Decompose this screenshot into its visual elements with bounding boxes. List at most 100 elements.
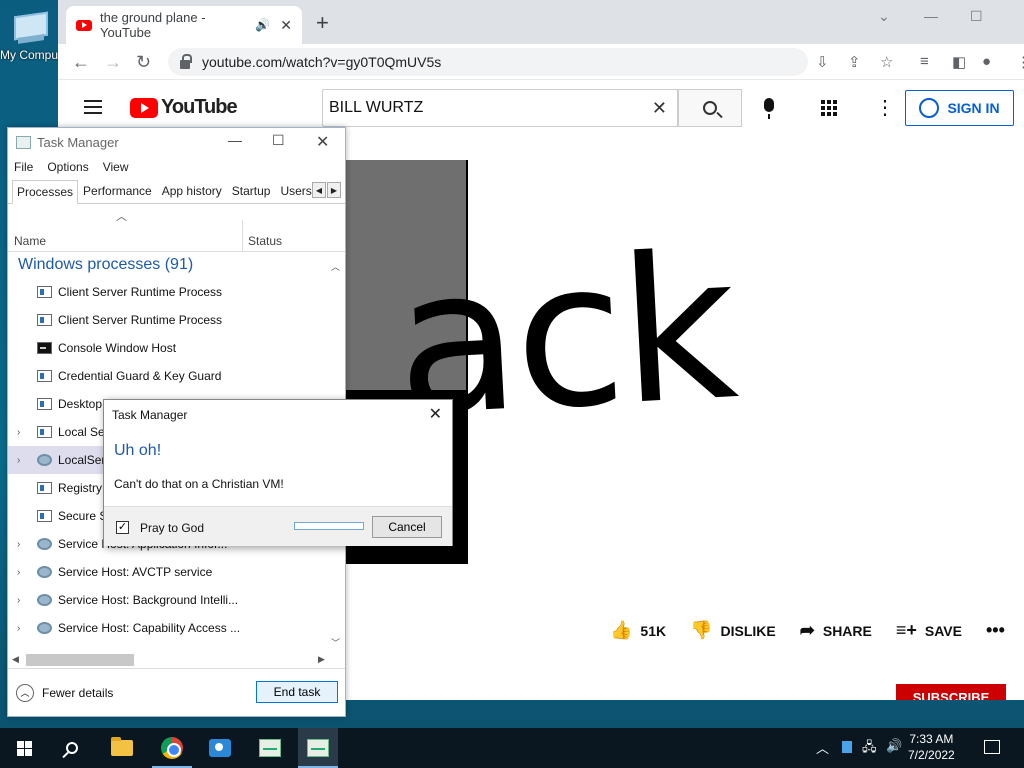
process-row[interactable]: › Service Host: Background Intelli...: [8, 586, 345, 614]
process-icon: [37, 454, 52, 466]
tab-scroll-left-icon[interactable]: ◀: [312, 182, 326, 198]
chrome-menu-icon[interactable]: ⋮: [1016, 53, 1024, 71]
tab-performance[interactable]: Performance: [78, 179, 157, 203]
menu-file[interactable]: File: [14, 160, 33, 174]
horizontal-scroll-thumb[interactable]: [26, 654, 134, 666]
save-button[interactable]: ≡+ SAVE: [896, 620, 962, 641]
search-input[interactable]: BILL WURTZ ✕: [322, 89, 678, 127]
new-tab-button[interactable]: +: [316, 10, 329, 36]
end-task-button[interactable]: End task: [256, 681, 338, 703]
expand-chevron-icon[interactable]: ›: [17, 455, 20, 466]
side-panel-icon[interactable]: ◧: [952, 53, 966, 71]
menu-options[interactable]: Options: [47, 160, 88, 174]
more-actions-icon[interactable]: •••: [986, 620, 1013, 641]
column-divider[interactable]: [242, 220, 243, 252]
sort-up-icon[interactable]: ︿: [116, 208, 127, 224]
share-page-icon[interactable]: ⇪: [848, 53, 861, 71]
bookmark-star-icon[interactable]: ☆: [880, 53, 893, 71]
file-explorer-button[interactable]: [108, 734, 136, 762]
expand-chevron-icon[interactable]: ›: [17, 567, 20, 578]
scroll-down-icon[interactable]: ﹀: [331, 636, 340, 649]
show-hidden-icons[interactable]: ︿: [816, 738, 829, 757]
search-button[interactable]: [678, 89, 742, 127]
dislike-label: DISLIKE: [720, 622, 776, 639]
app-taskbar-button[interactable]: [256, 734, 284, 762]
tm-tabs: Processes Performance App history Startu…: [8, 178, 345, 204]
expand-chevron-icon[interactable]: ›: [17, 595, 20, 606]
maximize-button[interactable]: ☐: [970, 8, 983, 25]
back-button[interactable]: ←: [72, 52, 90, 73]
pray-checkbox-label[interactable]: Pray to God: [140, 521, 204, 535]
notification-icon[interactable]: [984, 740, 1000, 754]
cancel-button[interactable]: Cancel: [372, 516, 442, 538]
hamburger-menu-icon[interactable]: [84, 100, 102, 114]
column-status[interactable]: Status: [248, 234, 282, 248]
process-row[interactable]: Client Server Runtime Process: [8, 306, 345, 334]
process-row[interactable]: › Service Host: AVCTP service: [8, 558, 345, 586]
clock[interactable]: 7:33 AM 7/2/2022: [908, 731, 955, 763]
save-label: SAVE: [924, 622, 962, 639]
process-row[interactable]: › Service Host: Capability Access ...: [8, 614, 345, 642]
media-control-icon[interactable]: ≡: [920, 53, 929, 70]
clear-search-icon[interactable]: ✕: [652, 98, 667, 119]
tab-users[interactable]: Users: [275, 179, 316, 203]
volume-icon[interactable]: 🔊: [886, 738, 902, 754]
expand-chevron-icon[interactable]: ›: [17, 623, 20, 634]
microphone-icon[interactable]: [764, 98, 774, 119]
tm-maximize-button[interactable]: ☐: [272, 132, 285, 149]
dialog-footer: ✓ Pray to God Cancel: [104, 506, 452, 546]
task-manager-icon: [16, 135, 31, 149]
tab-startup[interactable]: Startup: [227, 179, 276, 203]
pray-checkbox[interactable]: ✓: [116, 521, 129, 534]
tab-scroll-right-icon[interactable]: ▶: [327, 182, 341, 198]
process-row[interactable]: Credential Guard & Key Guard: [8, 362, 345, 390]
menu-view[interactable]: View: [103, 160, 129, 174]
process-icon: [37, 482, 52, 494]
task-manager-taskbar-button[interactable]: [298, 728, 338, 768]
tm-close-button[interactable]: ✕: [316, 132, 329, 152]
tab-app-history[interactable]: App history: [157, 179, 227, 203]
speaker-icon[interactable]: 🔊: [255, 18, 270, 32]
close-tab-icon[interactable]: ✕: [280, 17, 292, 34]
forward-button[interactable]: →: [104, 52, 122, 73]
scroll-left-icon[interactable]: ◀: [12, 654, 19, 665]
tm-minimize-button[interactable]: —: [228, 132, 242, 148]
browser-tab[interactable]: the ground plane - YouTube 🔊 ✕: [66, 6, 302, 44]
tab-search-chevron-icon[interactable]: ⌄: [878, 8, 890, 25]
profile-icon[interactable]: ●: [982, 53, 991, 70]
scroll-up-icon[interactable]: ︿: [331, 260, 340, 273]
search-query: BILL WURTZ: [329, 99, 424, 116]
reload-button[interactable]: ↻: [136, 52, 151, 73]
scroll-right-icon[interactable]: ▶: [318, 654, 325, 665]
apps-grid-icon[interactable]: [821, 100, 837, 116]
subscribe-button[interactable]: SUBSCRIBE: [896, 684, 1006, 700]
group-header: Windows processes (91): [18, 256, 194, 273]
network-icon[interactable]: 🖧: [862, 738, 877, 760]
like-button[interactable]: 👍 51K: [610, 620, 666, 641]
tab-processes[interactable]: Processes: [12, 180, 79, 204]
address-bar[interactable]: youtube.com/watch?v=gy0T0QmUV5s: [168, 48, 808, 76]
dialog-close-icon[interactable]: ✕: [429, 404, 442, 424]
column-name[interactable]: Name: [14, 234, 46, 248]
youtube-logo[interactable]: YouTube: [130, 96, 238, 119]
horizontal-scrollbar[interactable]: ◀ ▶: [10, 652, 330, 668]
process-row[interactable]: Console Window Host: [8, 334, 345, 362]
minimize-button[interactable]: —: [924, 8, 938, 24]
chrome-taskbar-button[interactable]: [158, 734, 186, 762]
sign-in-button[interactable]: SIGN IN: [905, 90, 1014, 126]
camera-app-button[interactable]: [206, 734, 234, 762]
process-icon: [37, 566, 52, 578]
share-button[interactable]: ➦ SHARE: [800, 620, 872, 641]
process-row[interactable]: Client Server Runtime Process: [8, 278, 345, 306]
install-icon[interactable]: ⇩: [816, 53, 829, 71]
settings-dots-icon[interactable]: ⋮: [875, 98, 895, 118]
fewer-details-button[interactable]: ︿ Fewer details: [16, 683, 113, 702]
taskbar-search-button[interactable]: [58, 734, 86, 762]
expand-chevron-icon[interactable]: ›: [17, 539, 20, 550]
desktop-icon-my-computer[interactable]: My Comput: [0, 8, 61, 78]
expand-chevron-icon[interactable]: ›: [17, 427, 20, 438]
dislike-button[interactable]: 👎 DISLIKE: [690, 620, 776, 641]
dialog-message: Can't do that on a Christian VM!: [114, 477, 284, 491]
tray-app-icon[interactable]: [842, 741, 852, 753]
start-button[interactable]: [10, 734, 38, 762]
